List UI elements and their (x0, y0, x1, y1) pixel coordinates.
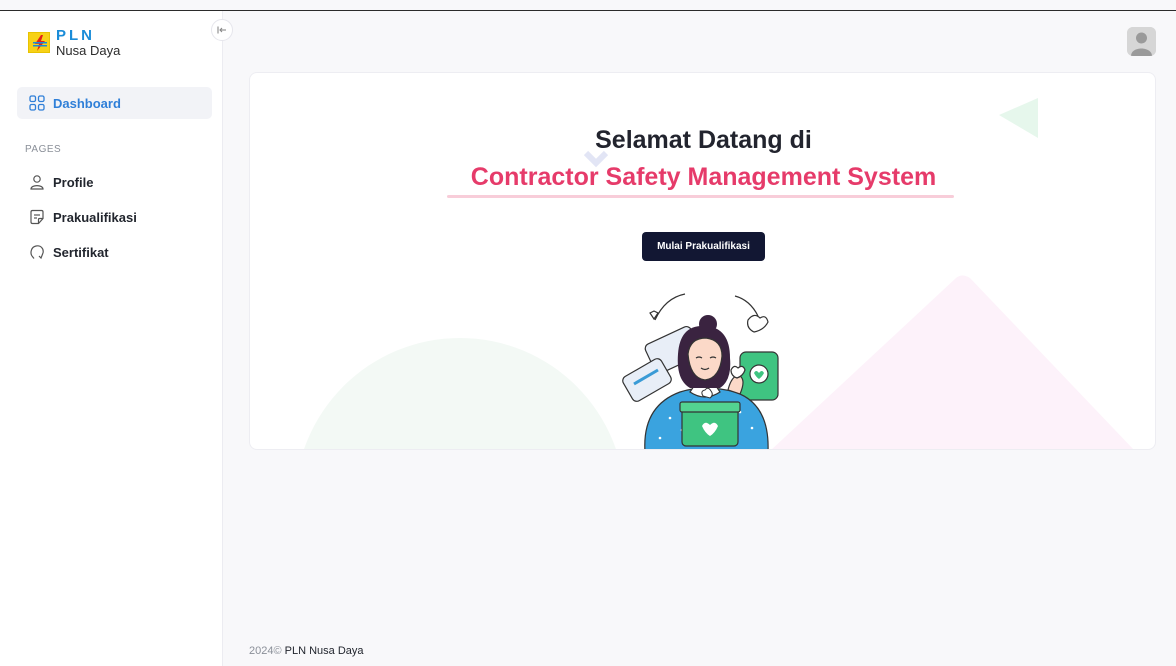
start-prequalification-button[interactable]: Mulai Prakualifikasi (642, 232, 765, 261)
sidebar-collapse-button[interactable] (211, 19, 233, 41)
user-avatar-icon (1127, 27, 1156, 56)
welcome-title: Selamat Datang di (595, 126, 812, 154)
user-avatar[interactable] (1127, 27, 1156, 56)
sidebar-item-prakualifikasi[interactable]: Prakualifikasi (29, 207, 137, 227)
sidebar-item-sertifikat[interactable]: Sertifikat (29, 242, 109, 262)
footer: 2024© PLN Nusa Daya (249, 645, 364, 657)
brand-name: PLN (56, 27, 95, 44)
grid-icon (29, 95, 45, 111)
sidebar-item-profile[interactable]: Profile (29, 172, 93, 192)
pln-logo-icon (28, 32, 50, 53)
section-label-pages: PAGES (25, 144, 62, 155)
sidebar: PLN Nusa Daya Dashboard PAGES Profile Pr… (0, 11, 223, 666)
woman-with-box-illustration (622, 293, 779, 449)
sidebar-item-label: Profile (53, 174, 94, 190)
brand-logo[interactable]: PLN Nusa Daya (28, 28, 120, 57)
welcome-card: Selamat Datang di Contractor Safety Mana… (249, 72, 1156, 450)
sidebar-item-label: Sertifikat (53, 244, 109, 260)
certificate-icon (30, 245, 44, 260)
footer-company-link[interactable]: PLN Nusa Daya (285, 645, 364, 657)
footer-copyright-year: 2024© (249, 645, 282, 657)
sidebar-item-dashboard[interactable]: Dashboard (17, 87, 212, 119)
collapse-left-icon (217, 26, 226, 34)
sidebar-item-label: Prakualifikasi (53, 209, 137, 225)
sticky-note-icon (30, 209, 44, 225)
brand-subtitle: Nusa Daya (56, 43, 121, 58)
sidebar-item-label: Dashboard (53, 95, 121, 111)
user-icon (30, 175, 44, 190)
heading-underline (447, 195, 954, 198)
system-name-heading: Contractor Safety Management System (470, 163, 937, 191)
